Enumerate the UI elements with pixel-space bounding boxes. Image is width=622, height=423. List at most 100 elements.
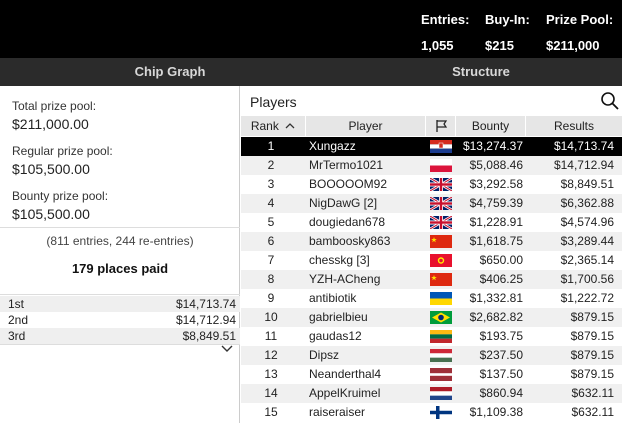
bounty-cell: $5,088.46 bbox=[469, 158, 523, 172]
table-row[interactable]: 3 BOOOOOM92 $3,292.58 $8,849.51 bbox=[241, 175, 622, 194]
table-row[interactable]: 13 Neanderthal4 $137.50 $879.15 bbox=[241, 365, 622, 384]
player-name: Xungazz bbox=[309, 139, 356, 153]
players-panel: Players Rank Player Bounty Results 1 Xung… bbox=[241, 86, 622, 423]
rank-header-label: Rank bbox=[250, 119, 279, 133]
result-cell: $14,712.94 bbox=[553, 158, 614, 172]
rank-cell: 11 bbox=[264, 329, 278, 343]
country-flag-icon bbox=[430, 254, 452, 267]
country-flag-icon bbox=[430, 159, 452, 172]
bounty-cell: $237.50 bbox=[479, 348, 523, 362]
payout-place: 3rd bbox=[8, 329, 26, 343]
buyin-value: $215 bbox=[485, 38, 514, 53]
player-name: BOOOOOM92 bbox=[309, 177, 388, 191]
result-cell: $879.15 bbox=[570, 310, 614, 324]
payout-row: 3rd $8,849.51 bbox=[0, 328, 240, 344]
result-cell: $879.15 bbox=[570, 367, 614, 381]
rank-cell: 2 bbox=[267, 158, 275, 172]
bounty-cell: $1,618.75 bbox=[469, 234, 523, 248]
bounty-prize-value: $105,500.00 bbox=[12, 206, 90, 222]
chevron-down-icon[interactable] bbox=[218, 344, 236, 354]
divider bbox=[0, 227, 240, 228]
bounty-cell: $193.75 bbox=[479, 329, 523, 343]
payout-place: 2nd bbox=[8, 313, 29, 327]
divider bbox=[0, 344, 240, 345]
table-row[interactable]: 6 bamboosky863 $1,618.75 $3,289.44 bbox=[241, 232, 622, 251]
entries-value: 1,055 bbox=[421, 38, 454, 53]
result-cell: $632.11 bbox=[571, 405, 615, 419]
table-row[interactable]: 10 gabrielbieu $2,682.82 $879.15 bbox=[241, 308, 622, 327]
bounty-cell: $2,682.82 bbox=[469, 310, 523, 324]
result-cell: $879.15 bbox=[570, 329, 614, 343]
bounty-column-header[interactable]: Bounty bbox=[456, 116, 526, 136]
table-row[interactable]: 5 dougiedan678 $1,228.91 $4,574.96 bbox=[241, 213, 622, 232]
table-row[interactable]: 15 raiseraiser $1,109.38 $632.11 bbox=[241, 403, 622, 422]
country-flag-icon bbox=[430, 292, 452, 305]
rank-column-header[interactable]: Rank bbox=[241, 116, 306, 136]
country-flag-icon bbox=[430, 216, 452, 229]
bounty-cell: $1,228.91 bbox=[469, 215, 523, 229]
result-cell: $2,365.14 bbox=[560, 253, 614, 267]
rank-cell: 1 bbox=[267, 139, 275, 153]
bounty-cell: $406.25 bbox=[479, 272, 523, 286]
sort-ascending-icon bbox=[285, 123, 295, 129]
bounty-cell: $1,332.81 bbox=[469, 291, 523, 305]
country-flag-icon bbox=[430, 330, 452, 343]
result-cell: $6,362.88 bbox=[560, 196, 614, 210]
bounty-cell: $860.94 bbox=[479, 386, 523, 400]
table-row[interactable]: 12 Dipsz $237.50 $879.15 bbox=[241, 346, 622, 365]
total-prize-label: Total prize pool: bbox=[12, 99, 97, 113]
table-row[interactable]: 11 gaudas12 $193.75 $879.15 bbox=[241, 327, 622, 346]
search-icon[interactable] bbox=[600, 91, 620, 111]
country-flag-icon bbox=[430, 178, 452, 191]
regular-prize-value: $105,500.00 bbox=[12, 161, 90, 177]
table-row[interactable]: 14 AppelKruimel $860.94 $632.11 bbox=[241, 384, 622, 403]
player-name: Neanderthal4 bbox=[309, 367, 382, 381]
rank-cell: 10 bbox=[264, 310, 278, 324]
player-name: raiseraiser bbox=[309, 405, 366, 419]
player-name: chesskg [3] bbox=[309, 253, 370, 267]
country-flag-icon bbox=[430, 368, 452, 381]
rank-cell: 8 bbox=[267, 272, 275, 286]
bounty-cell: $4,759.39 bbox=[469, 196, 523, 210]
rank-cell: 14 bbox=[264, 386, 278, 400]
payout-amount: $8,849.51 bbox=[182, 329, 236, 343]
prize-pool-value: $211,000 bbox=[546, 38, 600, 53]
table-row[interactable]: 4 NigDawG [2] $4,759.39 $6,362.88 bbox=[241, 194, 622, 213]
rank-cell: 15 bbox=[264, 405, 278, 419]
table-row[interactable]: 9 antibiotik $1,332.81 $1,222.72 bbox=[241, 289, 622, 308]
players-table-header: Rank Player Bounty Results bbox=[241, 116, 622, 136]
payout-amount: $14,713.74 bbox=[175, 297, 236, 311]
result-cell: $4,574.96 bbox=[560, 215, 614, 229]
player-name: dougiedan678 bbox=[309, 215, 386, 229]
prize-pool-label: Prize Pool: bbox=[546, 12, 614, 27]
tournament-header: Entries: 1,055 Buy-In: $215 Prize Pool: … bbox=[0, 0, 622, 58]
tab-structure[interactable]: Structure bbox=[340, 58, 622, 86]
result-cell: $1,222.72 bbox=[560, 291, 614, 305]
tab-bar: Chip Graph Structure bbox=[0, 58, 622, 86]
table-row[interactable]: 7 chesskg [3] $650.00 $2,365.14 bbox=[241, 251, 622, 270]
player-name: gabrielbieu bbox=[309, 310, 368, 324]
rank-cell: 7 bbox=[267, 253, 275, 267]
bounty-cell: $3,292.58 bbox=[469, 177, 523, 191]
player-column-header[interactable]: Player bbox=[306, 116, 426, 136]
bounty-cell: $650.00 bbox=[479, 253, 523, 267]
tab-chip-graph[interactable]: Chip Graph bbox=[0, 58, 340, 86]
player-name: bamboosky863 bbox=[309, 234, 391, 248]
country-column-header[interactable] bbox=[426, 116, 456, 136]
prize-summary-panel: Total prize pool: $211,000.00 Regular pr… bbox=[0, 86, 240, 423]
country-flag-icon bbox=[430, 311, 452, 324]
player-name: antibiotik bbox=[309, 291, 357, 305]
payout-amount: $14,712.94 bbox=[175, 313, 236, 327]
player-name: NigDawG [2] bbox=[309, 196, 378, 210]
payout-row: 1st $14,713.74 bbox=[0, 296, 240, 312]
table-row[interactable]: 1 Xungazz $13,274.37 $14,713.74 bbox=[241, 137, 622, 156]
result-cell: $879.15 bbox=[570, 348, 614, 362]
country-flag-icon bbox=[430, 349, 452, 362]
table-row[interactable]: 2 MrTermo1021 $5,088.46 $14,712.94 bbox=[241, 156, 622, 175]
rank-cell: 3 bbox=[267, 177, 275, 191]
results-column-header[interactable]: Results bbox=[526, 116, 622, 136]
player-name: YZH-ACheng bbox=[309, 272, 381, 286]
table-row[interactable]: 8 YZH-ACheng $406.25 $1,700.56 bbox=[241, 270, 622, 289]
total-prize-value: $211,000.00 bbox=[12, 116, 89, 132]
divider bbox=[0, 294, 240, 295]
